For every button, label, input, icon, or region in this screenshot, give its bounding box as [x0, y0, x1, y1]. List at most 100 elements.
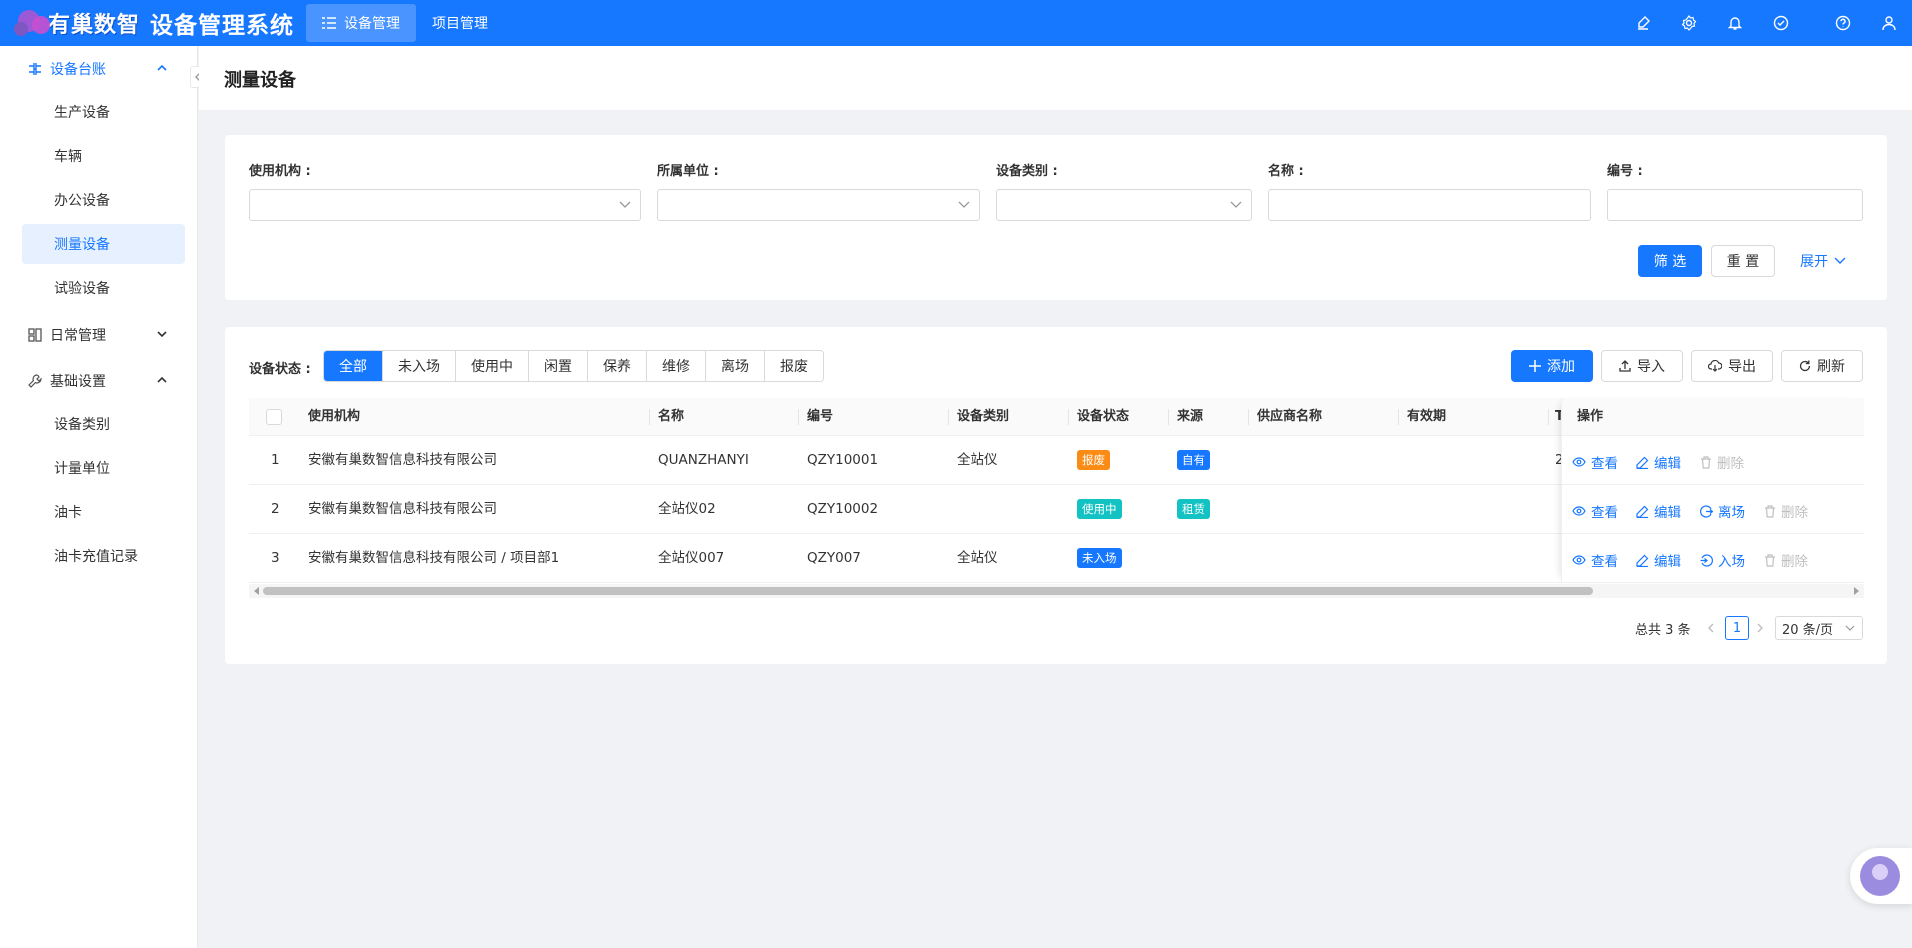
device-table: 使用机构 名称 编号 设备类别 设备状态 来源 供应商名称 有效期 T 操作 1…: [249, 398, 1864, 583]
status-tab-all[interactable]: 全部: [324, 351, 383, 381]
assistant-avatar-button[interactable]: [1850, 848, 1912, 904]
sidebar-item-device-category[interactable]: 设备类别: [22, 404, 185, 444]
sidebar-item-unit[interactable]: 计量单位: [22, 448, 185, 488]
brush-icon[interactable]: [1620, 0, 1666, 46]
chevron-up-icon: [157, 64, 167, 71]
status-tab-maintenance[interactable]: 保养: [588, 351, 647, 381]
help-icon[interactable]: [1820, 0, 1866, 46]
dashboard-icon: [28, 328, 42, 342]
edit-button[interactable]: 编辑: [1636, 550, 1681, 570]
sidebar-item-fuel-card[interactable]: 油卡: [22, 492, 185, 532]
sidebar-group-device-ledger[interactable]: 设备台账: [0, 46, 197, 92]
nav-label: 项目管理: [432, 16, 489, 32]
import-button[interactable]: 导入: [1601, 350, 1683, 382]
sidebar-item-testing[interactable]: 试验设备: [22, 268, 185, 308]
sidebar-item-label: 车辆: [54, 149, 82, 165]
view-button[interactable]: 查看: [1572, 550, 1618, 570]
expand-label: 展开: [1800, 254, 1828, 270]
cell-name: QUANZHANYI: [658, 452, 749, 468]
status-tab-idle[interactable]: 闲置: [529, 351, 588, 381]
nav-project-management[interactable]: 项目管理: [416, 4, 504, 42]
unit-label: 所属单位 :: [657, 164, 719, 179]
name-input[interactable]: [1268, 189, 1591, 221]
depart-button[interactable]: 离场: [1700, 501, 1745, 521]
nav-label: 设备管理: [344, 16, 401, 32]
trash-icon: [1765, 553, 1775, 567]
user-icon[interactable]: [1866, 0, 1912, 46]
delete-button[interactable]: 删除: [1700, 452, 1744, 472]
nav-device-management[interactable]: 设备管理: [306, 4, 417, 42]
bell-icon[interactable]: [1712, 0, 1758, 46]
sidebar-group-basic-settings[interactable]: 基础设置: [0, 358, 197, 404]
export-button[interactable]: 导出: [1691, 350, 1773, 382]
edit-button[interactable]: 编辑: [1636, 501, 1681, 521]
edit-label: 编辑: [1654, 554, 1681, 570]
enter-button[interactable]: 入场: [1700, 550, 1745, 570]
prev-page-icon[interactable]: [1707, 616, 1715, 640]
sidebar-item-fuel-recharge[interactable]: 油卡充值记录: [22, 536, 185, 576]
category-select[interactable]: [996, 189, 1252, 221]
edit-button[interactable]: 编辑: [1636, 452, 1681, 472]
cell-code: QZY007: [807, 550, 861, 566]
import-label: 导入: [1637, 359, 1665, 375]
col-status: 设备状态: [1077, 409, 1130, 424]
sidebar: 设备台账 生产设备 车辆 办公设备 测量设备 试验设备 日常管理 基础设置 设备…: [0, 46, 198, 948]
reset-button[interactable]: 重 置: [1711, 245, 1775, 277]
status-tab-scrapped[interactable]: 报废: [765, 351, 823, 381]
enter-label: 入场: [1718, 554, 1745, 570]
cell-category: 全站仪: [957, 550, 998, 566]
divider: [1804, 0, 1820, 46]
chevron-down-icon: [1834, 257, 1846, 264]
scrollbar-thumb[interactable]: [263, 587, 1593, 595]
org-select[interactable]: [249, 189, 641, 221]
gear-icon[interactable]: [1666, 0, 1712, 46]
app-title: 设备管理系统: [150, 13, 295, 39]
scroll-right-icon[interactable]: [1854, 587, 1859, 595]
unit-select[interactable]: [657, 189, 980, 221]
view-button[interactable]: 查看: [1572, 452, 1618, 472]
delete-button[interactable]: 删除: [1764, 501, 1808, 521]
view-button[interactable]: 查看: [1572, 501, 1618, 521]
refresh-button[interactable]: 刷新: [1781, 350, 1863, 382]
check-circle-icon[interactable]: [1758, 0, 1804, 46]
status-tab-not-entered[interactable]: 未入场: [383, 351, 456, 381]
status-segmented: 全部 未入场 使用中 闲置 保养 维修 离场 报废: [323, 350, 824, 382]
add-button[interactable]: 添加: [1511, 350, 1593, 382]
cell-name: 全站仪007: [658, 550, 725, 566]
horizontal-scrollbar[interactable]: [249, 584, 1864, 598]
wrench-icon: [28, 374, 42, 388]
sidebar-group-daily[interactable]: 日常管理: [0, 312, 197, 358]
status-tab-repair[interactable]: 维修: [647, 351, 706, 381]
select-all-checkbox[interactable]: [266, 409, 282, 425]
sidebar-item-office[interactable]: 办公设备: [22, 180, 185, 220]
trash-icon: [1765, 504, 1775, 518]
status-tab-in-use[interactable]: 使用中: [456, 351, 529, 381]
top-nav: 设备管理 项目管理: [306, 0, 504, 46]
col-category: 设备类别: [957, 409, 1010, 424]
avatar: [1860, 856, 1900, 896]
edit-icon: [1636, 456, 1649, 469]
delete-button[interactable]: 删除: [1764, 550, 1808, 570]
status-badge: 使用中: [1077, 499, 1122, 519]
upload-icon: [1619, 360, 1631, 372]
next-page-icon[interactable]: [1756, 616, 1764, 640]
sidebar-item-vehicles[interactable]: 车辆: [22, 136, 185, 176]
sidebar-item-production[interactable]: 生产设备: [22, 92, 185, 132]
cloud-download-icon: [1708, 360, 1722, 372]
filter-button[interactable]: 筛 选: [1638, 245, 1702, 277]
trash-icon: [1701, 455, 1711, 469]
status-tab-departed[interactable]: 离场: [706, 351, 765, 381]
page-number[interactable]: 1: [1725, 616, 1749, 640]
chevron-down-icon: [157, 331, 167, 338]
edit-icon: [1636, 554, 1649, 567]
expand-button[interactable]: 展开: [1793, 245, 1853, 277]
col-supplier: 供应商名称: [1257, 409, 1323, 424]
pagination-total: 总共 3 条: [1635, 622, 1691, 638]
sidebar-item-measurement[interactable]: 测量设备: [22, 224, 185, 264]
source-badge: 租赁: [1177, 499, 1210, 519]
scroll-left-icon[interactable]: [254, 587, 259, 595]
cell-code: QZY10001: [807, 452, 879, 468]
list-icon: [322, 17, 337, 29]
page-size-select[interactable]: 20 条/页: [1775, 616, 1863, 640]
code-input[interactable]: [1607, 189, 1863, 221]
